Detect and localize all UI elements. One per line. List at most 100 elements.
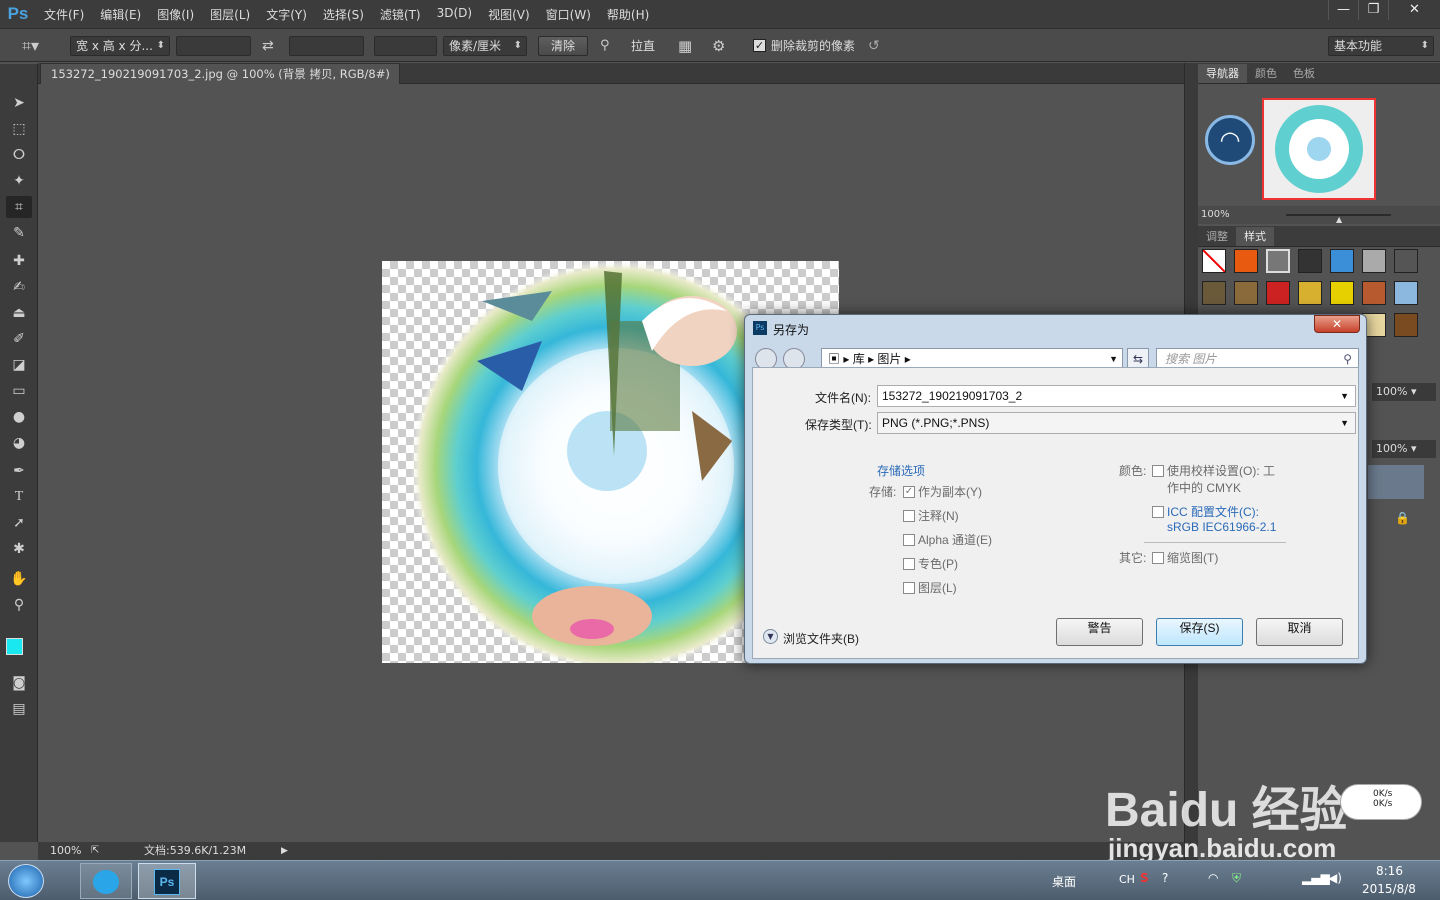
filetype-dropdown-icon[interactable]: ▼ bbox=[1340, 413, 1349, 433]
style-swatch[interactable] bbox=[1298, 249, 1322, 273]
width-input[interactable] bbox=[176, 36, 251, 56]
eraser-icon[interactable]: ◪ bbox=[6, 354, 32, 376]
healing-brush-icon[interactable]: ✚ bbox=[6, 250, 32, 272]
style-swatch[interactable] bbox=[1362, 281, 1386, 305]
style-swatch[interactable] bbox=[1298, 281, 1322, 305]
proof-setup-checkbox[interactable] bbox=[1152, 465, 1164, 477]
style-swatch[interactable] bbox=[1362, 249, 1386, 273]
navigator-preview[interactable] bbox=[1262, 98, 1376, 200]
address-dropdown-icon[interactable]: ▼ bbox=[1109, 349, 1118, 369]
gear-icon[interactable]: ⚙ bbox=[712, 36, 725, 56]
style-swatch[interactable] bbox=[1394, 249, 1418, 273]
document-tab[interactable]: 153272_190219091703_2.jpg @ 100% (背景 拷贝,… bbox=[40, 63, 400, 101]
clock-date[interactable]: 2015/8/8 bbox=[1362, 882, 1416, 896]
as-copy-checkbox[interactable]: ✓ bbox=[903, 486, 915, 498]
menu-item-6[interactable]: 滤镜(T) bbox=[372, 6, 429, 23]
magic-wand-icon[interactable]: ✦ bbox=[6, 170, 32, 192]
language-indicator[interactable]: CH bbox=[1119, 873, 1135, 886]
menu-item-1[interactable]: 编辑(E) bbox=[92, 6, 149, 23]
tab-swatches[interactable]: 色板 bbox=[1285, 64, 1323, 83]
navigator-zoom[interactable]: 100% bbox=[1201, 209, 1230, 220]
restore-button[interactable]: ❐ bbox=[1358, 0, 1388, 20]
style-swatch[interactable] bbox=[1266, 281, 1290, 305]
hand-tool-icon[interactable]: ✋ bbox=[6, 568, 32, 590]
signal-icon[interactable]: ▂▄▆ bbox=[1302, 871, 1330, 885]
crop-tool-icon[interactable]: ⌗ bbox=[6, 196, 32, 218]
alpha-checkbox[interactable] bbox=[903, 534, 915, 546]
type-tool-icon[interactable]: T bbox=[6, 486, 32, 508]
export-icon[interactable]: ⇱ bbox=[91, 842, 99, 860]
tab-adjustments[interactable]: 调整 bbox=[1198, 227, 1236, 246]
stamp-tool-icon[interactable]: ⏏ bbox=[6, 302, 32, 324]
filename-input[interactable]: 153272_190219091703_2 ▼ bbox=[877, 385, 1356, 407]
pen-tool-icon[interactable]: ✒ bbox=[6, 460, 32, 482]
style-swatch[interactable] bbox=[1394, 281, 1418, 305]
ratio-select[interactable]: 宽 x 高 x 分... bbox=[70, 36, 170, 56]
ime-icon[interactable]: S bbox=[1140, 871, 1149, 885]
swap-icon[interactable]: ⇄ bbox=[262, 36, 274, 56]
eyedropper-icon[interactable]: ✎ bbox=[6, 222, 32, 244]
clock-time[interactable]: 8:16 bbox=[1376, 864, 1403, 878]
workspace-select[interactable]: 基本功能 bbox=[1328, 36, 1434, 56]
dodge-tool-icon[interactable]: ◕ bbox=[6, 432, 32, 454]
dialog-close-button[interactable]: ✕ bbox=[1314, 315, 1360, 333]
menu-item-2[interactable]: 图像(I) bbox=[149, 6, 202, 23]
volume-icon[interactable]: ◀) bbox=[1328, 871, 1342, 885]
wifi-tray-icon[interactable]: ◠ bbox=[1208, 871, 1218, 885]
resolution-input[interactable] bbox=[374, 36, 437, 56]
history-brush-icon[interactable]: ✐ bbox=[6, 328, 32, 350]
menu-item-7[interactable]: 3D(D) bbox=[429, 6, 480, 23]
blur-tool-icon[interactable]: ● bbox=[6, 406, 32, 428]
fill-field[interactable]: 100% ▾ bbox=[1372, 440, 1436, 458]
straighten-label[interactable]: 拉直 bbox=[631, 36, 655, 56]
style-swatch[interactable] bbox=[1394, 313, 1418, 337]
path-library[interactable]: 库 bbox=[853, 352, 865, 366]
marquee-tool-icon[interactable]: ⬚ bbox=[6, 118, 32, 140]
menu-item-9[interactable]: 窗口(W) bbox=[538, 6, 599, 23]
tab-navigator[interactable]: 导航器 bbox=[1198, 64, 1247, 83]
notes-checkbox[interactable] bbox=[903, 510, 915, 522]
delete-cropped-checkbox[interactable]: ✓ bbox=[753, 39, 766, 52]
menu-item-0[interactable]: 文件(F) bbox=[36, 6, 92, 23]
grid-overlay-icon[interactable]: ▦ bbox=[678, 36, 692, 56]
help-icon[interactable]: ? bbox=[1162, 871, 1168, 885]
close-button[interactable]: ✕ bbox=[1388, 0, 1440, 20]
icc-profile-checkbox[interactable] bbox=[1152, 506, 1164, 518]
foreground-color-swatch[interactable] bbox=[6, 638, 23, 655]
opacity-field[interactable]: 100% ▾ bbox=[1372, 383, 1436, 401]
style-swatch[interactable] bbox=[1202, 281, 1226, 305]
height-input[interactable] bbox=[289, 36, 364, 56]
gradient-tool-icon[interactable]: ▭ bbox=[6, 380, 32, 402]
style-swatch[interactable] bbox=[1234, 281, 1258, 305]
taskbar-photoshop-app[interactable]: Ps bbox=[138, 863, 196, 899]
taskbar-browser-app[interactable] bbox=[80, 863, 132, 899]
browse-folders-toggle[interactable]: 浏览文件夹(B) bbox=[783, 630, 859, 647]
menu-item-8[interactable]: 视图(V) bbox=[480, 6, 538, 23]
menu-item-5[interactable]: 选择(S) bbox=[315, 6, 372, 23]
tab-styles[interactable]: 样式 bbox=[1236, 227, 1274, 246]
clear-button[interactable]: 清除 bbox=[538, 36, 588, 56]
style-swatch[interactable] bbox=[1234, 249, 1258, 273]
path-pictures[interactable]: 图片 bbox=[877, 352, 901, 366]
menu-item-4[interactable]: 文字(Y) bbox=[258, 6, 315, 23]
cancel-button[interactable]: 取消 bbox=[1256, 618, 1343, 646]
style-swatch[interactable] bbox=[1330, 249, 1354, 273]
unit-select[interactable]: 像素/厘米 bbox=[443, 36, 527, 56]
save-button[interactable]: 保存(S) bbox=[1156, 618, 1243, 646]
warning-button[interactable]: 警告 bbox=[1056, 618, 1143, 646]
crop-tool-icon[interactable]: ⌗▾ bbox=[22, 36, 39, 56]
start-button[interactable] bbox=[8, 864, 44, 898]
layer-row-selected[interactable] bbox=[1368, 465, 1424, 499]
layers-checkbox[interactable] bbox=[903, 582, 915, 594]
menu-item-10[interactable]: 帮助(H) bbox=[599, 6, 657, 23]
zoom-tool-icon[interactable]: ⚲ bbox=[6, 594, 32, 616]
brush-tool-icon[interactable]: ✍ bbox=[6, 276, 32, 298]
network-speed-widget[interactable]: 0K/s 0K/s bbox=[1340, 784, 1422, 820]
quick-mask-icon[interactable]: ◙ bbox=[6, 672, 32, 694]
style-swatch[interactable] bbox=[1266, 249, 1290, 273]
status-menu-arrow-icon[interactable]: ▶ bbox=[281, 842, 288, 860]
security-icon[interactable]: ⛨ bbox=[1232, 871, 1241, 886]
lasso-tool-icon[interactable]: ⵔ bbox=[6, 144, 32, 166]
filetype-select[interactable]: PNG (*.PNG;*.PNS) ▼ bbox=[877, 412, 1356, 434]
style-swatch[interactable] bbox=[1330, 281, 1354, 305]
